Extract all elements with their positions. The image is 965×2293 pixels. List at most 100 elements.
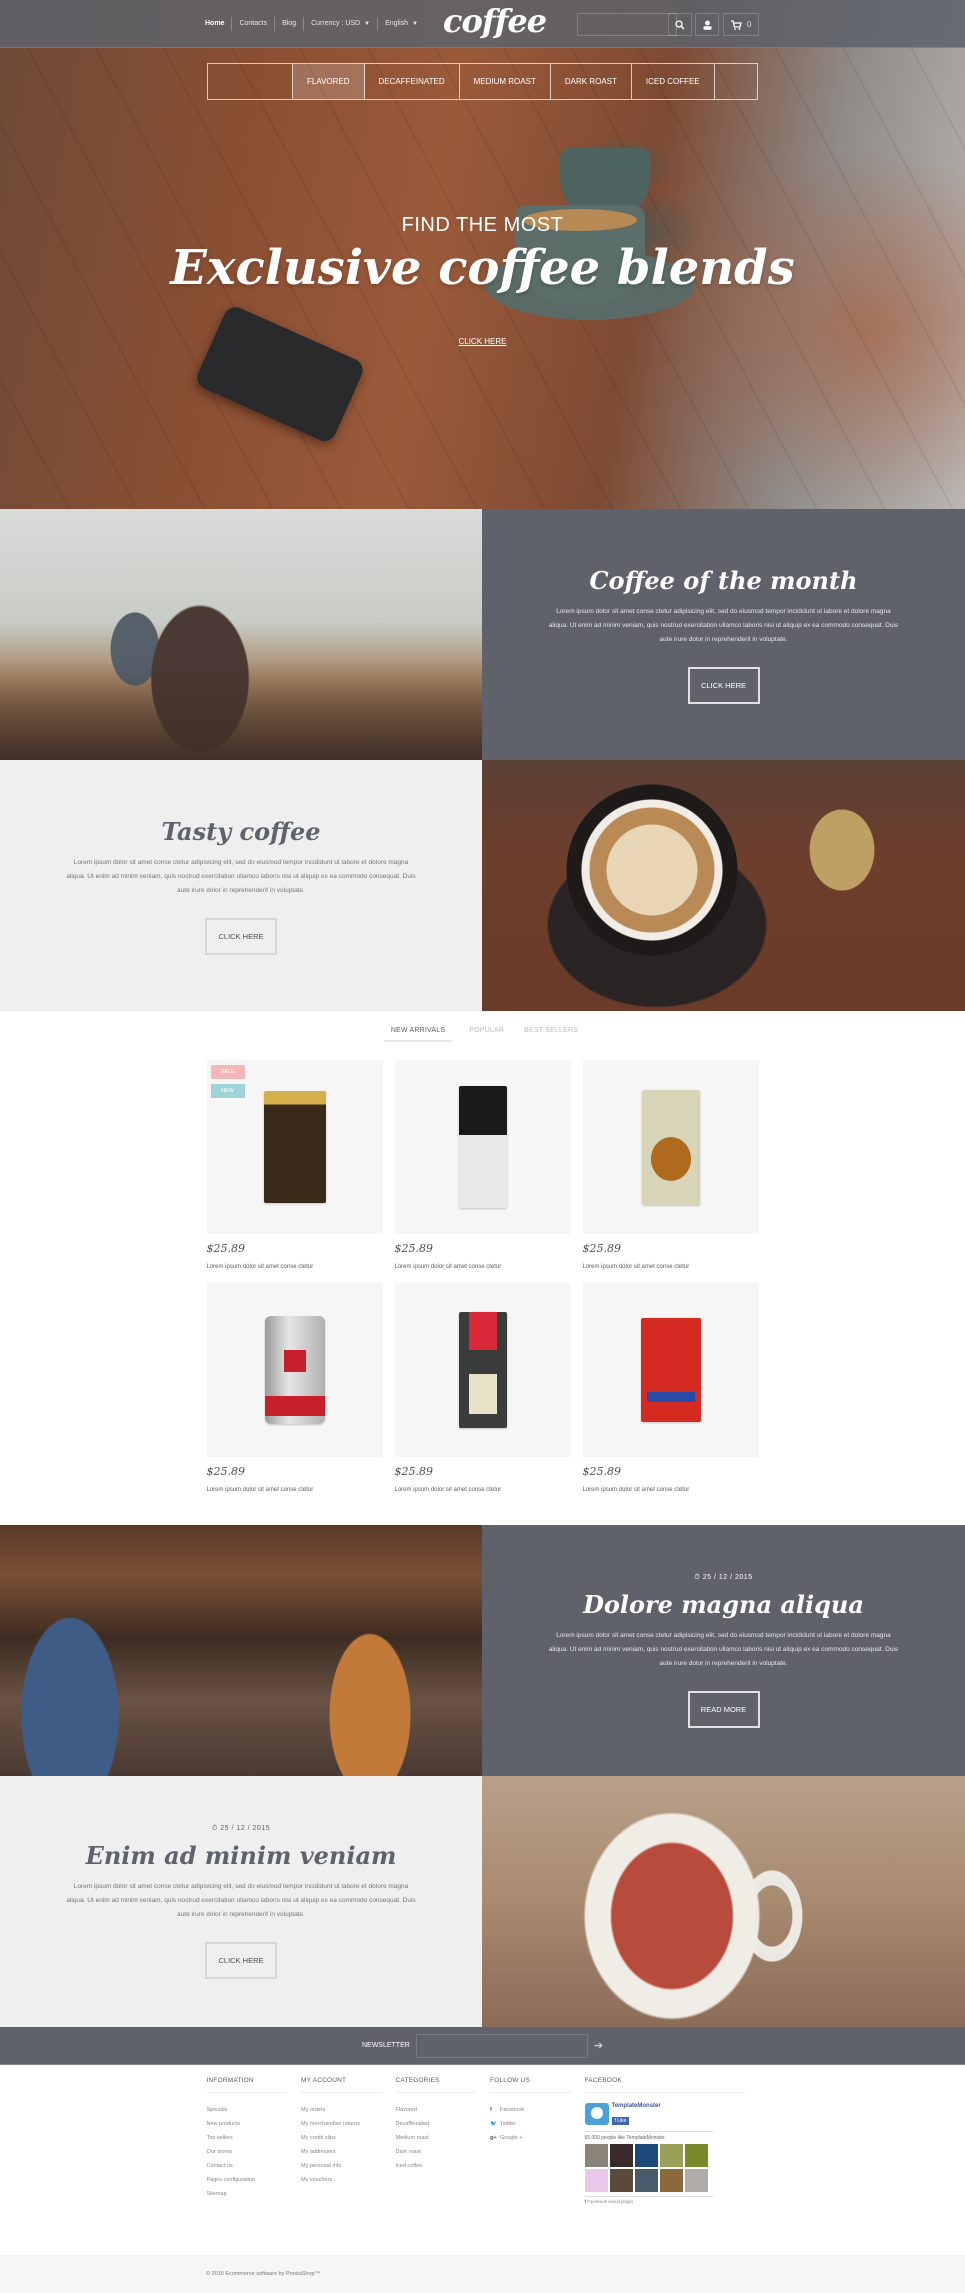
social-link-google-plus[interactable]: Google +	[500, 2135, 522, 2141]
promo-row-1: Coffee of the month Lorem ipsum dolor si…	[0, 509, 965, 760]
product-image[interactable]: SALE NEW	[206, 1060, 383, 1234]
product-card[interactable]: $25.89 Lorem ipsum dolor sit amet conse …	[582, 1060, 759, 1273]
copyright-text: © 2015 Ecommerce software by PrestaShop™	[206, 2271, 321, 2277]
product-tabs: NEW ARRIVALS POPULAR BEST SELLERS	[0, 1021, 965, 1042]
footer-col-my-account: MY ACCOUNT My orders My merchandise retu…	[301, 2077, 396, 2204]
tab-new-arrivals[interactable]: NEW ARRIVALS	[383, 1021, 453, 1042]
fan-avatar[interactable]	[584, 2169, 608, 2192]
hero-cta-link[interactable]: CLICK HERE	[0, 337, 965, 346]
category-dark-roast[interactable]: DARK ROAST	[551, 64, 632, 99]
product-card[interactable]: $25.89 Lorem ipsum dolor sit amet conse …	[206, 1283, 383, 1496]
footer-link[interactable]: Flavored	[396, 2107, 417, 2113]
footer-link[interactable]: My personal info	[301, 2163, 341, 2169]
blog-row-2: ⏱ 25 / 12 / 2015 Enim ad minim veniam Lo…	[0, 1776, 965, 2027]
footer-link[interactable]: Medium roast	[396, 2135, 429, 2141]
fb-like-button[interactable]: f Like	[611, 2117, 630, 2125]
currency-select[interactable]: Currency : USD ▼	[304, 17, 379, 31]
click-here-button[interactable]: CLICK HERE	[205, 917, 277, 955]
footer-link[interactable]: My credit slips	[301, 2135, 336, 2141]
newsletter-email-input[interactable]	[415, 2033, 588, 2058]
product-image[interactable]	[394, 1060, 571, 1234]
fan-avatar[interactable]	[684, 2169, 708, 2192]
panel-title: Dolore magna aliqua	[583, 1589, 864, 1619]
category-flavored[interactable]: FLAVORED	[293, 64, 365, 99]
footer-link[interactable]: My merchandise returns	[301, 2121, 360, 2127]
account-button[interactable]	[695, 13, 719, 36]
footer-link[interactable]: Decaffeinated	[396, 2121, 430, 2127]
product-name[interactable]: Lorem ipsum dolor sit amet conse ctetur	[583, 1487, 690, 1493]
product-image[interactable]	[394, 1283, 571, 1457]
panel-text: Lorem ipsum dolor sit amet conse ctetur …	[66, 858, 416, 894]
footer-link[interactable]: New products	[207, 2121, 241, 2127]
category-medium-roast[interactable]: MEDIUM ROAST	[460, 64, 551, 99]
top-nav: Home Contacts Blog Currency : USD ▼ Engli…	[205, 17, 425, 31]
product-image[interactable]	[206, 1283, 383, 1457]
footer-link[interactable]: Pages configuration	[207, 2177, 256, 2183]
facebook-widget: TemplateMonster f Like 65,000 people lik…	[584, 2103, 713, 2204]
tab-popular[interactable]: POPULAR	[466, 1021, 507, 1042]
coffee-package	[641, 1089, 700, 1205]
footer-link[interactable]: Top sellers	[207, 2135, 233, 2141]
cart-button[interactable]: 0	[723, 13, 759, 36]
footer-link[interactable]: Dark roast	[396, 2149, 421, 2155]
footer-link[interactable]: My orders	[301, 2107, 325, 2113]
footer-link[interactable]: Our stores	[207, 2149, 233, 2155]
fan-avatar[interactable]	[634, 2169, 658, 2192]
product-image[interactable]	[582, 1283, 759, 1457]
product-name[interactable]: Lorem ipsum dolor sit amet conse ctetur	[583, 1264, 690, 1270]
language-select[interactable]: English ▼	[378, 17, 425, 31]
hero-subtitle: FIND THE MOST	[401, 214, 564, 236]
footer-heading: FACEBOOK	[584, 2077, 745, 2093]
product-card[interactable]: $25.89 Lorem ipsum dolor sit amet conse …	[394, 1283, 571, 1496]
can-band	[264, 1396, 325, 1416]
footer-link[interactable]: Iced coffee	[396, 2163, 423, 2169]
social-link-facebook[interactable]: Facebook	[500, 2107, 524, 2113]
footer-link[interactable]: Specials	[207, 2107, 228, 2113]
product-price: $25.89	[582, 1465, 622, 1478]
social-link-twitter[interactable]: Twitter	[500, 2121, 516, 2127]
product-name[interactable]: Lorem ipsum dolor sit amet conse ctetur	[207, 1264, 314, 1270]
footer-link[interactable]: Sitemap	[207, 2191, 227, 2197]
page-avatar[interactable]	[584, 2103, 609, 2125]
product-card[interactable]: SALE NEW $25.89 Lorem ipsum dolor sit am…	[206, 1060, 383, 1273]
fan-avatar[interactable]	[609, 2169, 633, 2192]
read-more-button[interactable]: READ MORE	[687, 1690, 760, 1728]
fb-page-name[interactable]: TemplateMonster	[612, 2103, 661, 2109]
product-grid: SALE NEW $25.89 Lorem ipsum dolor sit am…	[206, 1060, 759, 1496]
product-name[interactable]: Lorem ipsum dolor sit amet conse ctetur	[395, 1487, 502, 1493]
fan-avatar[interactable]	[684, 2144, 708, 2167]
click-here-button[interactable]: CLICK HERE	[687, 666, 760, 704]
product-name[interactable]: Lorem ipsum dolor sit amet conse ctetur	[207, 1487, 314, 1493]
site-logo[interactable]: coffee	[443, 2, 547, 40]
fan-avatar[interactable]	[584, 2144, 608, 2167]
latte-photo	[482, 760, 965, 1011]
click-here-button[interactable]: CLICK HERE	[205, 1941, 277, 1979]
fan-avatar[interactable]	[609, 2144, 633, 2167]
product-name[interactable]: Lorem ipsum dolor sit amet conse ctetur	[395, 1264, 502, 1270]
footer-link[interactable]: Contact us	[207, 2163, 233, 2169]
product-card[interactable]: $25.89 Lorem ipsum dolor sit amet conse …	[582, 1283, 759, 1496]
newsletter-submit-arrow-icon[interactable]: ➔	[594, 2039, 603, 2052]
tab-best-sellers[interactable]: BEST SELLERS	[521, 1021, 581, 1042]
product-card[interactable]: $25.89 Lorem ipsum dolor sit amet conse …	[394, 1060, 571, 1273]
package-label	[646, 1392, 695, 1402]
newsletter-bar: NEWSLETTER ➔	[0, 2027, 965, 2065]
fan-avatar[interactable]	[634, 2144, 658, 2167]
product-image[interactable]	[582, 1060, 759, 1234]
nav-home[interactable]: Home	[205, 17, 233, 31]
search-button[interactable]	[668, 13, 692, 36]
footer-col-facebook: FACEBOOK TemplateMonster f Like 65,000 p…	[584, 2077, 759, 2204]
category-iced-coffee[interactable]: ICED COFFEE	[632, 64, 715, 99]
footer-link[interactable]: My addresses	[301, 2149, 335, 2155]
product-price: $25.89	[582, 1242, 622, 1255]
panel-title: Tasty coffee	[161, 816, 321, 846]
nav-contacts[interactable]: Contacts	[232, 17, 276, 31]
footer-link[interactable]: My vouchers	[301, 2177, 332, 2183]
fan-avatar[interactable]	[659, 2169, 683, 2192]
panel-title: Coffee of the month	[589, 565, 858, 595]
blog-post-panel: ⏱ 25 / 12 / 2015 Enim ad minim veniam Lo…	[0, 1776, 482, 2027]
fan-avatar[interactable]	[659, 2144, 683, 2167]
search-input[interactable]	[577, 13, 677, 36]
category-decaffeinated[interactable]: DECAFFEINATED	[365, 64, 460, 99]
nav-blog[interactable]: Blog	[275, 17, 305, 31]
